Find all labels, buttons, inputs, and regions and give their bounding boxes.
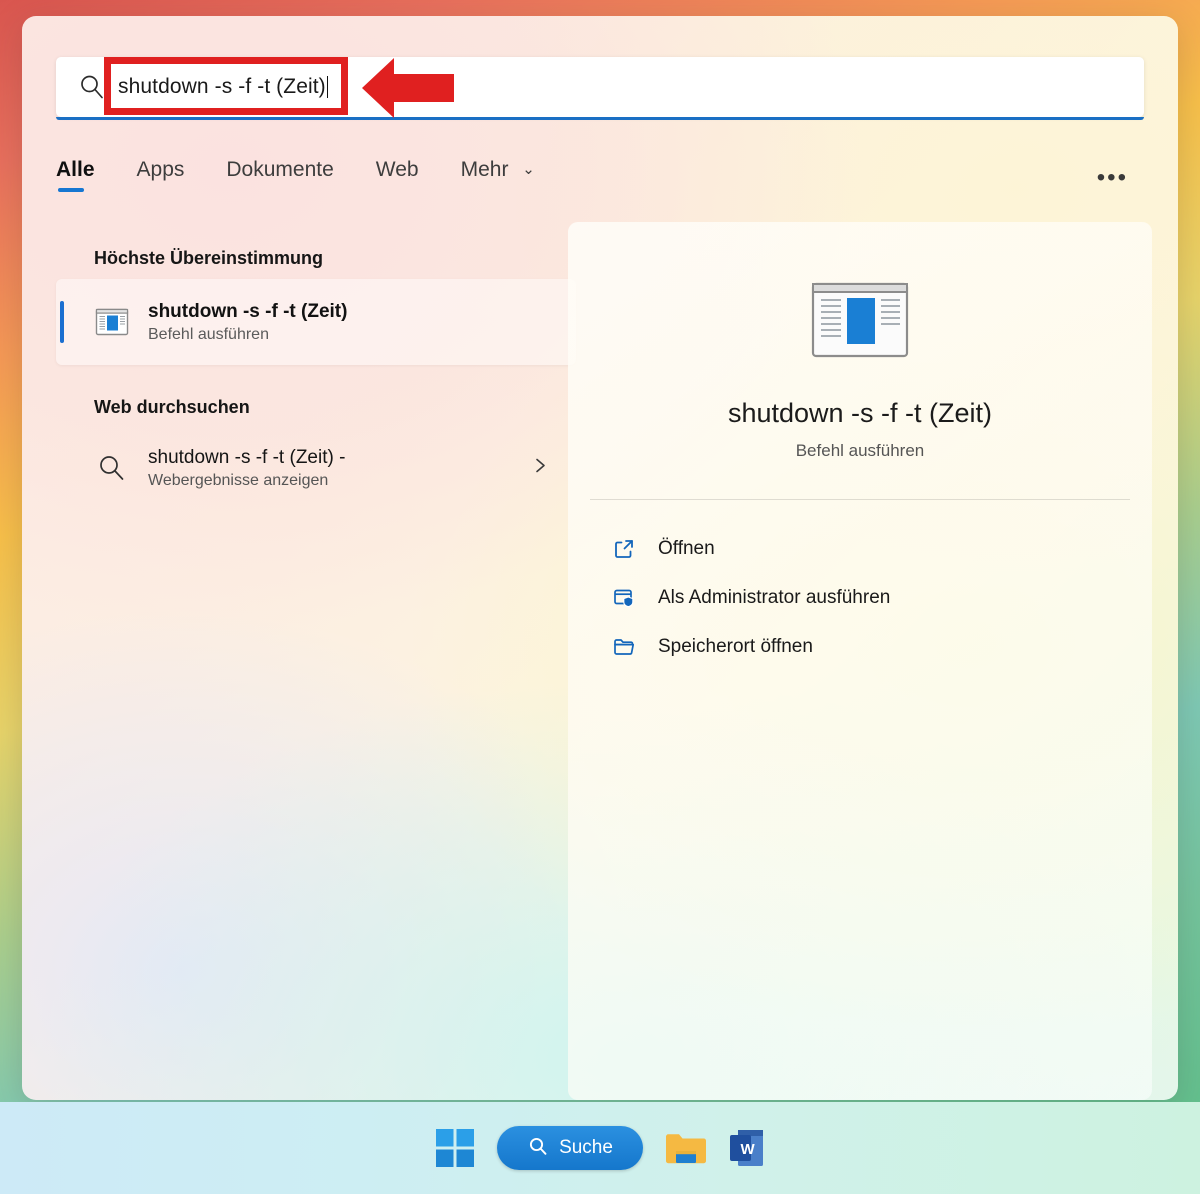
text-caret	[326, 76, 328, 98]
preview-title: shutdown -s -f -t (Zeit)	[727, 398, 993, 428]
desktop-background: shutdown -s -f -t (Zeit) Alle Apps Dokum…	[0, 0, 1200, 1194]
taskbar-file-explorer-button[interactable]	[665, 1130, 707, 1166]
run-command-window-icon	[811, 280, 909, 358]
folder-icon	[612, 635, 636, 659]
chevron-down-icon: ⌄	[522, 161, 535, 178]
action-open-label: Öffnen	[658, 537, 715, 559]
chevron-right-icon	[530, 456, 550, 481]
preview-panel: shutdown -s -f -t (Zeit) Befehl ausführe…	[568, 222, 1152, 1100]
preview-subtitle: Befehl ausführen	[795, 441, 925, 460]
tab-dokumente[interactable]: Dokumente	[226, 158, 333, 192]
best-match-heading: Höchste Übereinstimmung	[94, 248, 324, 268]
svg-text:W: W	[741, 1141, 756, 1158]
search-input[interactable]: shutdown -s -f -t (Zeit)	[56, 57, 1144, 120]
web-result-subtitle: Webergebnisse anzeigen	[148, 471, 329, 489]
tab-dokumente-label: Dokumente	[226, 158, 334, 181]
taskbar-search-button[interactable]: Suche	[497, 1126, 643, 1170]
search-icon	[94, 450, 130, 486]
start-button[interactable]	[435, 1128, 475, 1168]
search-flyout-panel: shutdown -s -f -t (Zeit) Alle Apps Dokum…	[22, 16, 1178, 1100]
shield-admin-icon	[612, 586, 636, 610]
divider	[590, 499, 1130, 500]
overflow-menu-button[interactable]: •••	[1097, 166, 1128, 190]
tab-mehr[interactable]: Mehr ⌄	[461, 158, 535, 192]
taskbar-word-button[interactable]: W	[729, 1128, 765, 1168]
tab-alle-label: Alle	[56, 158, 95, 181]
result-item-web-search[interactable]: shutdown -s -f -t (Zeit) - Webergebnisse…	[56, 428, 576, 508]
tab-apps[interactable]: Apps	[137, 158, 185, 192]
action-run-as-administrator[interactable]: Als Administrator ausführen	[592, 573, 1152, 622]
result-item-best-match[interactable]: shutdown -s -f -t (Zeit) Befehl ausführe…	[56, 279, 576, 365]
selection-indicator	[60, 301, 64, 343]
action-run-as-administrator-label: Als Administrator ausführen	[658, 586, 891, 608]
folder-icon	[665, 1130, 707, 1166]
search-input-value: shutdown -s -f -t (Zeit)	[118, 75, 326, 98]
run-command-window-icon	[94, 304, 130, 340]
search-icon	[527, 1135, 549, 1162]
tab-web[interactable]: Web	[376, 158, 419, 192]
tab-mehr-label: Mehr	[460, 158, 509, 181]
action-open[interactable]: Öffnen	[592, 524, 1152, 573]
taskbar-search-label: Suche	[559, 1137, 613, 1158]
action-open-file-location[interactable]: Speicherort öffnen	[592, 622, 1152, 671]
result-subtitle: Befehl ausführen	[148, 325, 269, 343]
windows-logo-icon	[435, 1128, 475, 1168]
open-external-icon	[612, 537, 636, 561]
result-title: shutdown -s -f -t (Zeit)	[148, 301, 348, 323]
tab-alle[interactable]: Alle	[56, 158, 95, 192]
preview-actions: Öffnen Als Administrator ausführen Speic…	[568, 524, 1152, 671]
word-app-icon: W	[729, 1128, 765, 1168]
web-result-title: shutdown -s -f -t (Zeit) -	[148, 447, 346, 469]
search-icon	[76, 71, 108, 103]
results-column: Höchste Übereinstimmung shutdown -s -f -…	[56, 234, 576, 508]
tab-apps-label: Apps	[136, 158, 185, 181]
action-open-file-location-label: Speicherort öffnen	[658, 635, 813, 657]
search-filter-tabs: Alle Apps Dokumente Web Mehr ⌄ •••	[56, 158, 1146, 210]
tab-web-label: Web	[375, 158, 419, 181]
web-search-heading: Web durchsuchen	[94, 397, 250, 417]
preview-hero: shutdown -s -f -t (Zeit) Befehl ausführe…	[568, 222, 1152, 461]
taskbar: Suche W	[0, 1102, 1200, 1194]
